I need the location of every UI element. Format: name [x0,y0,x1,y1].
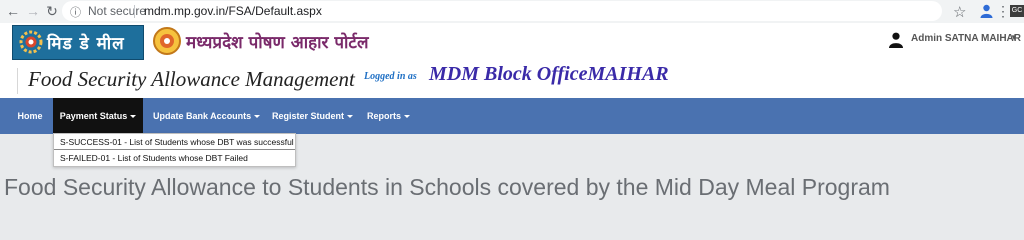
nav-update-bank-accounts[interactable]: Update Bank Accounts [153,98,261,134]
app-title: Food Security Allowance Management [28,67,355,91]
title-divider [17,68,18,94]
info-icon[interactable]: ⓘ [70,4,81,20]
chevron-down-icon[interactable]: ▼ [1010,33,1018,42]
caret-down-icon [404,115,411,119]
mdm-logo-text: मिड डे मील [47,34,125,54]
menu-item-failed-list[interactable]: S-FAILED-01 - List of Students whose DBT… [60,153,248,163]
back-icon[interactable]: ← [5,3,21,19]
url-text[interactable]: mdm.mp.gov.in/FSA/Default.aspx [144,4,322,18]
payment-status-dropdown: S-SUCCESS-01 - List of Students whose DB… [53,133,296,167]
extension-icon[interactable]: GC [1010,5,1024,17]
user-icon[interactable] [889,32,903,48]
not-secure-label: Not secure [88,4,147,18]
nav-update-bank-accounts-label: Update Bank Accounts [153,111,252,121]
page-heading: Food Security Allowance to Students in S… [4,174,890,200]
portal-emblem-icon [152,26,182,56]
nav-payment-status[interactable]: Payment Status [53,98,143,134]
office-name: MDM Block OfficeMAIHAR [429,63,669,85]
caret-down-icon [130,115,137,119]
bookmark-star-icon[interactable]: ☆ [953,3,966,21]
admin-account-menu[interactable]: Admin SATNA MAIHAR [911,33,1021,44]
portal-title: मध्यप्रदेश पोषण आहार पोर्टल [186,33,369,53]
forward-icon[interactable]: → [25,3,41,19]
reload-icon[interactable]: ↻ [44,3,60,19]
nav-register-student[interactable]: Register Student [272,98,354,134]
menu-item-success-list[interactable]: S-SUCCESS-01 - List of Students whose DB… [60,137,294,147]
caret-down-icon [254,115,261,119]
nav-home[interactable]: Home [8,98,52,134]
caret-down-icon [347,115,354,119]
nav-reports[interactable]: Reports [367,98,411,134]
dropdown-divider [54,149,295,150]
menu-kebab-icon[interactable]: ⋮ [996,3,1010,20]
gear-emblem-icon [17,28,45,56]
nav-register-student-label: Register Student [272,111,345,121]
profile-icon[interactable] [980,4,993,18]
logged-in-label: Logged in as [364,71,417,82]
nav-reports-label: Reports [367,111,402,121]
mdm-logo[interactable]: मिड डे मील [12,25,144,60]
nav-payment-status-label: Payment Status [59,111,128,121]
address-divider [134,5,135,18]
nav-home-label: Home [17,111,43,121]
